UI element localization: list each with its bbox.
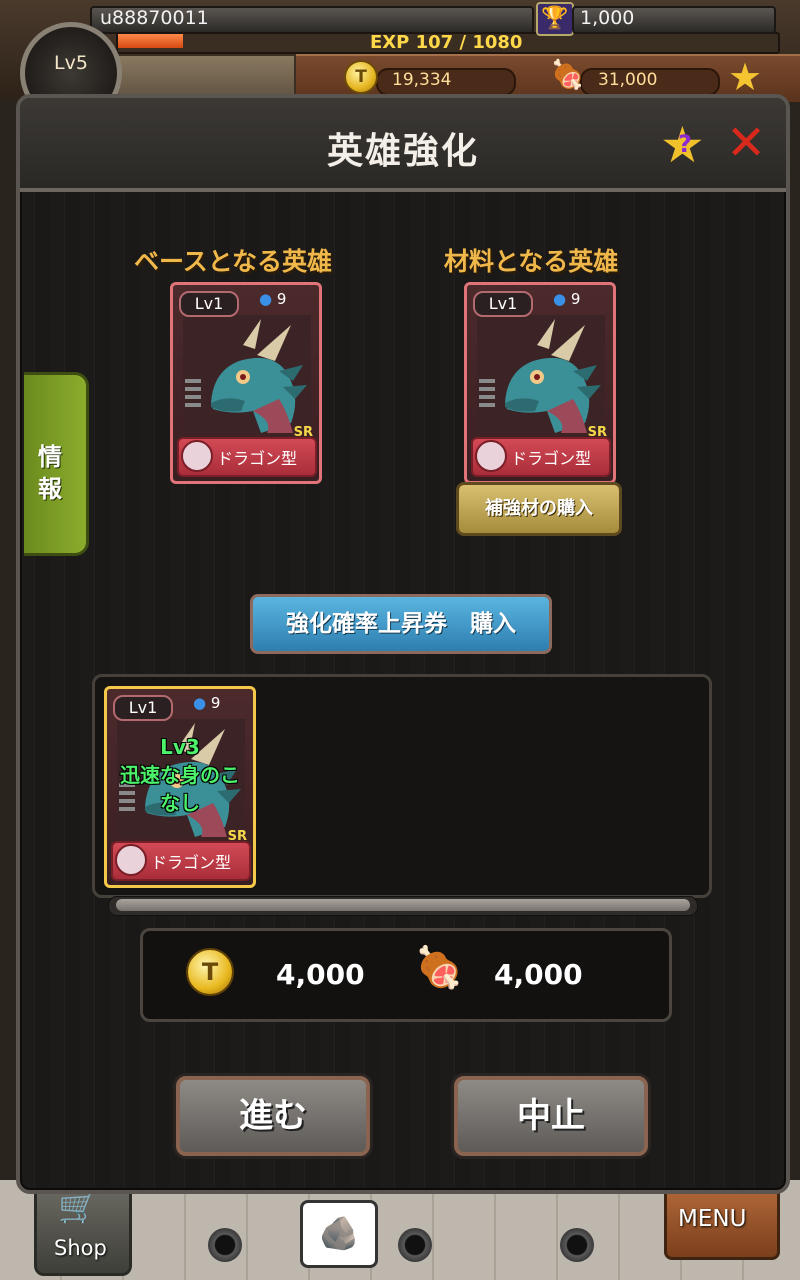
skill-level: Lv3 bbox=[160, 735, 200, 759]
buy-ticket-button[interactable]: 強化確率上昇券 購入 bbox=[250, 594, 552, 654]
help-question-icon: ? bbox=[678, 130, 692, 158]
base-hero-label: ベースとなる英雄 bbox=[134, 247, 333, 276]
type-icon bbox=[181, 440, 213, 472]
card-type: ドラゴン型 bbox=[151, 853, 232, 872]
list-item[interactable]: Lv1 ● 9 SR ドラゴン型 Lv3 迅速な身のこ なし bbox=[104, 686, 256, 888]
bottom-nav: 🛒 Shop 🪨 MENU bbox=[0, 1180, 800, 1280]
username: u88870011 bbox=[100, 7, 209, 29]
pipe-decoration bbox=[398, 1228, 432, 1262]
coin-count: 19,334 bbox=[392, 70, 452, 90]
info-side-tab[interactable]: 情 報 bbox=[24, 372, 89, 556]
top-hud: u88870011 EXP 107 / 1080 Lv5 🏆 1,000 T 1… bbox=[0, 0, 800, 124]
meat-icon: 🍖 bbox=[414, 945, 464, 991]
card-mp-value: 9 bbox=[276, 290, 287, 308]
skill-name-line-2: なし bbox=[160, 791, 200, 815]
meat-count: 31,000 bbox=[598, 70, 658, 90]
exp-fill bbox=[118, 34, 183, 48]
side-tab-char-2: 報 bbox=[38, 475, 62, 503]
card-level: Lv1 bbox=[179, 291, 239, 317]
material-hero-label: 材料となる英雄 bbox=[444, 247, 619, 276]
type-icon bbox=[475, 440, 507, 472]
proceed-button[interactable]: 進む bbox=[176, 1076, 370, 1156]
buy-material-button[interactable]: 補強材の購入 bbox=[456, 482, 622, 536]
skill-overlay: Lv3 迅速な身のこ なし bbox=[107, 733, 253, 817]
card-type: ドラゴン型 bbox=[217, 449, 298, 468]
card-mp: ● 9 bbox=[193, 694, 220, 712]
cancel-button[interactable]: 中止 bbox=[454, 1076, 648, 1156]
dialog-header: 英雄強化 ★ ? ✕ bbox=[20, 98, 786, 192]
mana-potion-icon: ● bbox=[259, 290, 273, 308]
player-level: Lv5 bbox=[54, 52, 88, 74]
exp-text: EXP 107 / 1080 bbox=[370, 32, 523, 53]
close-icon[interactable]: ✕ bbox=[726, 118, 766, 168]
card-mp: ● 9 bbox=[259, 290, 286, 308]
mana-potion-icon: ● bbox=[193, 694, 207, 712]
card-type: ドラゴン型 bbox=[511, 449, 592, 468]
mana-potion-icon: ● bbox=[553, 290, 567, 308]
shop-label: Shop bbox=[54, 1236, 107, 1260]
base-hero-card[interactable]: Lv1 ● 9 SR ドラゴン型 bbox=[170, 282, 322, 484]
type-icon bbox=[115, 844, 147, 876]
pipe-decoration bbox=[208, 1228, 242, 1262]
cost-coin-value: 4,000 bbox=[276, 958, 365, 991]
menu-label: MENU bbox=[678, 1206, 747, 1232]
dragon-portrait bbox=[477, 315, 605, 433]
help-star-icon[interactable]: ★ bbox=[728, 58, 762, 96]
card-level: Lv1 bbox=[473, 291, 533, 317]
trophy-count: 1,000 bbox=[580, 7, 635, 29]
card-level: Lv1 bbox=[113, 695, 173, 721]
card-mp: ● 9 bbox=[553, 290, 580, 308]
trophy-icon: 🏆 bbox=[536, 2, 574, 36]
card-mp-value: 9 bbox=[210, 694, 221, 712]
dragon-portrait bbox=[183, 315, 311, 433]
skill-name-line-1: 迅速な身のこ bbox=[120, 763, 240, 787]
rock-icon[interactable]: 🪨 bbox=[300, 1200, 378, 1268]
list-scrollbar-thumb[interactable] bbox=[116, 899, 690, 911]
coin-icon: T bbox=[344, 60, 378, 94]
material-hero-card[interactable]: Lv1 ● 9 SR ドラゴン型 bbox=[464, 282, 616, 484]
meat-icon: 🍖 bbox=[550, 58, 585, 91]
card-mp-value: 9 bbox=[570, 290, 581, 308]
coin-icon: T bbox=[186, 948, 234, 996]
pipe-decoration bbox=[560, 1228, 594, 1262]
side-tab-char-1: 情 bbox=[38, 443, 62, 471]
cost-meat-value: 4,000 bbox=[494, 958, 583, 991]
